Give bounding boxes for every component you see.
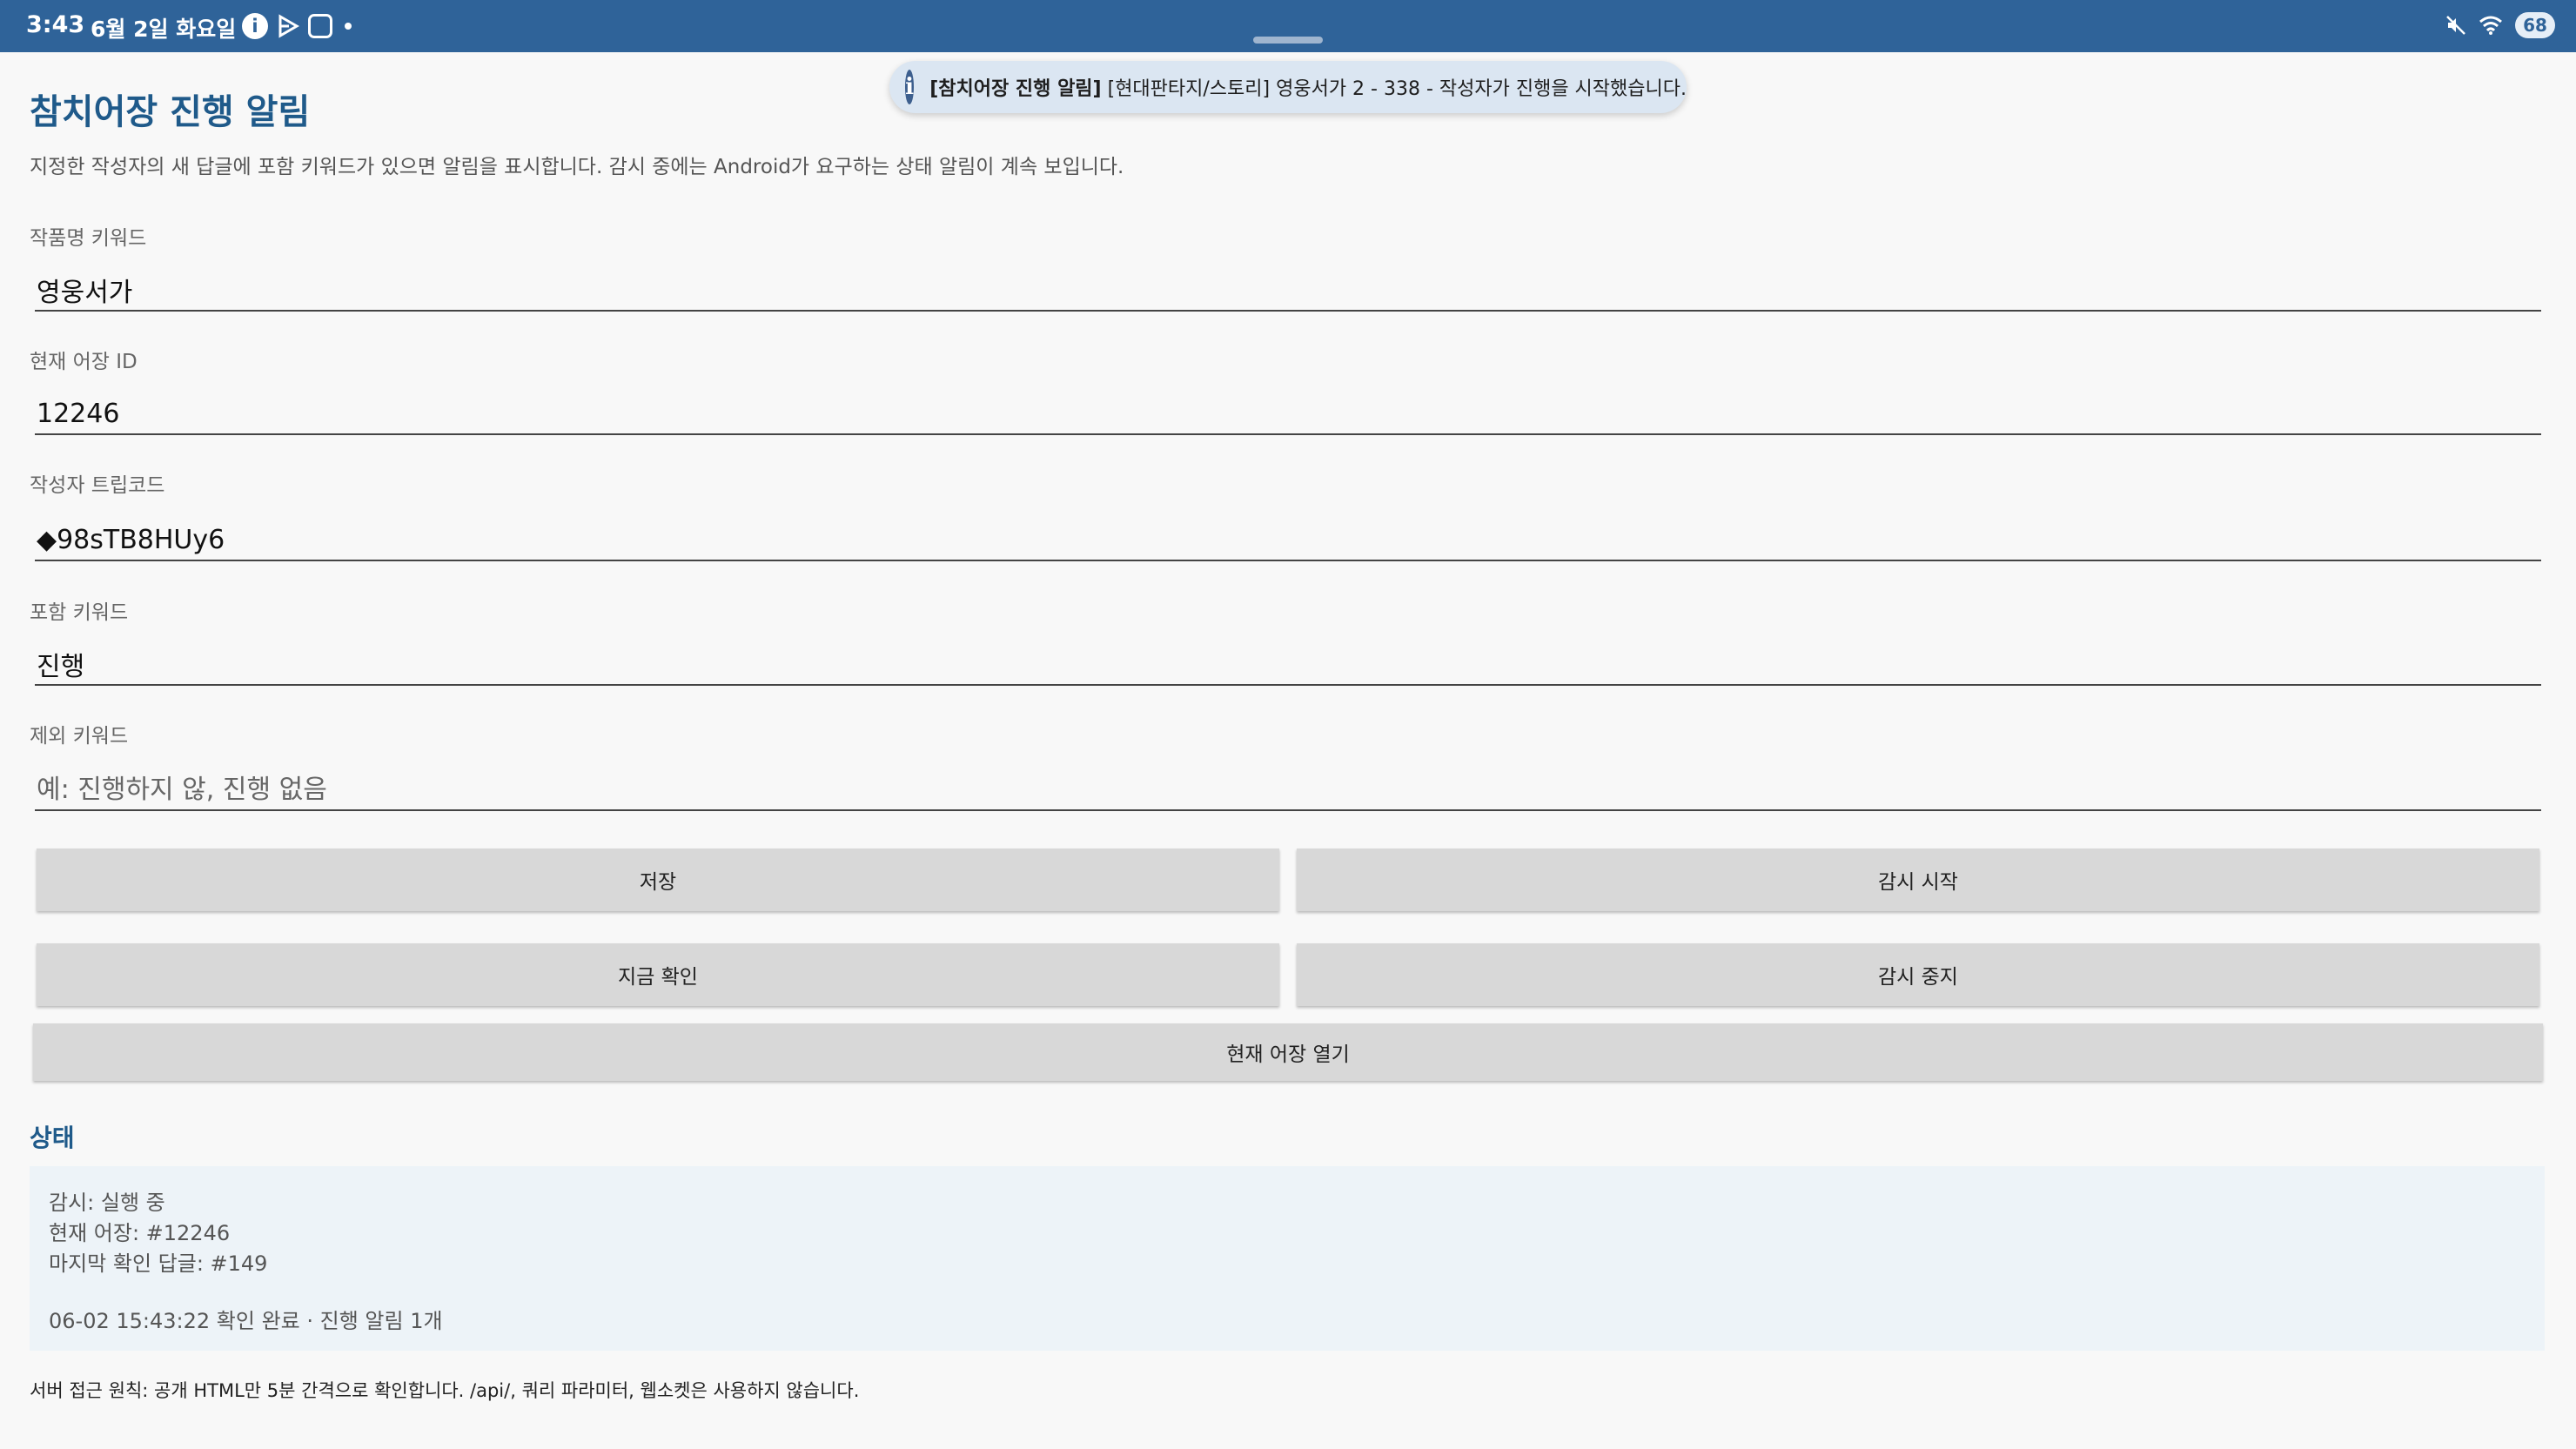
status-watch: 감시: 실행 중 xyxy=(49,1191,165,1215)
status-icons-right: 68 xyxy=(2445,12,2555,38)
footer-note: 서버 접근 원칙: 공개 HTML만 5분 간격으로 확인합니다. /api/,… xyxy=(30,1380,860,1401)
status-current-board: 현재 어장: #12246 xyxy=(49,1221,231,1245)
title-keyword-input[interactable] xyxy=(35,270,2541,312)
dot-icon xyxy=(345,23,352,30)
notification-text: [참치어장 진행 알림] [현대판타지/스토리] 영웅서가 2 - 338 - … xyxy=(929,73,1687,101)
status-log: 06-02 15:43:22 확인 완료 · 진행 알림 1개 xyxy=(49,1309,443,1333)
mute-icon xyxy=(2446,16,2465,35)
wifi-icon xyxy=(2479,16,2502,35)
stop-watch-button[interactable]: 감시 중지 xyxy=(1297,943,2539,1006)
open-board-button[interactable]: 현재 어장 열기 xyxy=(33,1023,2543,1081)
battery-icon: 68 xyxy=(2515,12,2555,38)
exclude-keyword-input[interactable] xyxy=(35,769,2541,811)
status-time: 3:43 xyxy=(26,11,85,38)
notification-toast[interactable]: i [참치어장 진행 알림] [현대판타지/스토리] 영웅서가 2 - 338 … xyxy=(889,61,1687,113)
board-id-label: 현재 어장 ID xyxy=(30,351,138,373)
info-icon: i xyxy=(242,13,268,39)
notification-message: [현대판타지/스토리] 영웅서가 2 - 338 - 작성자가 진행을 시작했습… xyxy=(1107,78,1687,100)
info-icon: i xyxy=(905,70,915,104)
status-bar: 3:43 6월 2일 화요일 i 68 xyxy=(0,0,2576,52)
save-button[interactable]: 저장 xyxy=(37,849,1279,911)
title-keyword-label: 작품명 키워드 xyxy=(30,227,147,250)
status-heading: 상태 xyxy=(30,1124,75,1152)
check-now-button[interactable]: 지금 확인 xyxy=(37,943,1279,1006)
include-keyword-label: 포함 키워드 xyxy=(30,601,129,624)
include-keyword-input[interactable] xyxy=(35,644,2541,686)
notification-app-name: [참치어장 진행 알림] xyxy=(929,78,1102,100)
status-icons-left: i xyxy=(242,13,352,39)
author-tripcode-input[interactable] xyxy=(35,520,2541,561)
page-description: 지정한 작성자의 새 답글에 포함 키워드가 있으면 알림을 표시합니다. 감시… xyxy=(30,156,1124,178)
start-watch-button[interactable]: 감시 시작 xyxy=(1297,849,2539,911)
status-last-checked: 마지막 확인 답글: #149 xyxy=(49,1251,268,1276)
board-id-input[interactable] xyxy=(35,393,2541,435)
notification-handle[interactable] xyxy=(1253,37,1323,44)
message-icon xyxy=(308,14,332,38)
page-title: 참치어장 진행 알림 xyxy=(30,92,311,132)
author-tripcode-label: 작성자 트립코드 xyxy=(30,474,165,497)
play-icon xyxy=(275,13,301,39)
status-date: 6월 2일 화요일 xyxy=(91,17,237,42)
exclude-keyword-label: 제외 키워드 xyxy=(30,725,129,748)
status-panel: 감시: 실행 중 현재 어장: #12246 마지막 확인 답글: #149 0… xyxy=(30,1166,2545,1351)
